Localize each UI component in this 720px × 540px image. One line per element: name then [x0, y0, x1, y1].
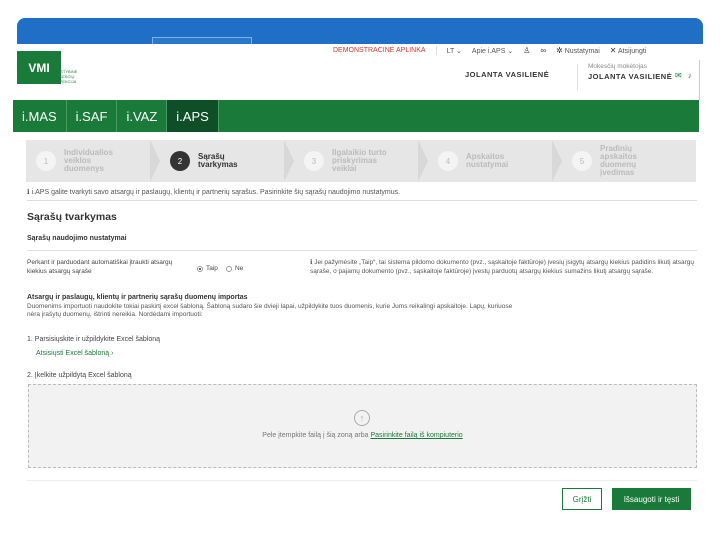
step-number: 3	[304, 151, 324, 171]
setting-hint: ℹ Jei pažymėsite „Taip“, tai sistema pil…	[310, 258, 697, 276]
radio-yes-label: Taip	[206, 265, 218, 272]
header-icons: ✉ ♪	[675, 71, 692, 80]
save-continue-button[interactable]: Išsaugoti ir tęsti	[612, 488, 691, 510]
tab-imas[interactable]: i.MAS	[13, 100, 67, 132]
top-links: DEMONSTRACINĖ APLINKA LT ⌄ Apie i.APS ⌄ …	[333, 46, 646, 55]
step-label: Sąrašų tvarkymas	[198, 152, 238, 169]
step-label: Apskaitos nustatymai	[466, 152, 509, 169]
settings-link[interactable]: ✲ Nustatymai	[556, 46, 600, 55]
demo-environment-label: DEMONSTRACINĖ APLINKA	[333, 47, 426, 54]
page-title: Sąrašų tvarkymas	[27, 211, 117, 223]
step-number: 5	[572, 151, 592, 171]
logout-label: Atsijungti	[618, 48, 647, 55]
info-icon: ℹ	[310, 259, 313, 266]
payer-label: Mokesčių mokėtojas	[588, 63, 647, 70]
step-number: 2	[170, 151, 190, 171]
step-number: 4	[438, 151, 458, 171]
back-button[interactable]: Grįžti	[562, 488, 602, 510]
step-number: 1	[36, 151, 56, 171]
divider	[27, 480, 697, 481]
import-title: Atsargų ir paslaugų, klientų ir partneri…	[27, 294, 248, 301]
step-label: Pradinių apskaitos duomenų įvedimas	[600, 144, 637, 177]
divider	[27, 250, 697, 251]
logout-link[interactable]: ✕ Atsijungti	[610, 46, 647, 55]
step-label: Ilgalaikio turto priskyrimas veiklai	[332, 148, 387, 173]
setting-radio-group: Taip Ne	[197, 265, 243, 272]
step-5[interactable]: 5 Pradinių apskaitos duomenų įvedimas	[562, 140, 696, 182]
settings-label: Nustatymai	[564, 48, 600, 55]
import-step-1: 1. Parsisiųskite ir užpildykite Excel ša…	[27, 336, 161, 343]
divider	[435, 46, 437, 55]
tab-iaps[interactable]: i.APS	[167, 100, 219, 132]
radio-no[interactable]: Ne	[225, 265, 244, 272]
page-header: VMI VALSTYBINĖ MOKESČIŲ INSPEKCIJA DEMON…	[17, 44, 703, 100]
info-icon: ℹ	[27, 189, 30, 196]
dropzone-text: Pele įtempkite failą į šią zoną arba Pas…	[29, 432, 696, 439]
upload-icon: ↑	[354, 410, 370, 426]
radio-dot	[225, 265, 232, 272]
chevron-right-icon	[552, 140, 562, 182]
payer-name[interactable]: JOLANTA VASILIENĖ	[588, 72, 672, 81]
language-selector[interactable]: LT ⌄	[447, 47, 462, 55]
step-4[interactable]: 4 Apskaitos nustatymai	[428, 140, 562, 182]
setting-question: Perkant ir parduodant automatiškai įtrau…	[27, 259, 173, 275]
window-top-bar	[17, 18, 703, 44]
wizard-stepper: 1 Individualios veiklos duomenys 2 Sąraš…	[26, 140, 696, 182]
bell-icon[interactable]: ♪	[688, 71, 692, 80]
step-3[interactable]: 3 Ilgalaikio turto priskyrimas veiklai	[294, 140, 428, 182]
chevron-right-icon	[284, 140, 294, 182]
info-text-label: i.APS galite tvarkyti savo atsargų ir pa…	[31, 189, 401, 196]
radio-dot	[197, 265, 203, 272]
step-2[interactable]: 2 Sąrašų tvarkymas	[160, 140, 294, 182]
step-1[interactable]: 1 Individualios veiklos duomenys	[26, 140, 160, 182]
radio-no-label: Ne	[234, 265, 244, 272]
tab-isaf[interactable]: i.SAF	[67, 100, 118, 132]
tab-ivaz[interactable]: i.VAZ	[117, 100, 168, 132]
download-template-link[interactable]: Atsisiųsti Excel šabloną ›	[36, 350, 113, 357]
mail-icon[interactable]: ✉	[675, 71, 682, 80]
link-icon[interactable]: ∞	[540, 46, 546, 55]
gear-icon: ✲	[556, 46, 563, 55]
close-icon: ✕	[609, 46, 617, 55]
main-nav: i.MAS i.SAF i.VAZ i.APS	[13, 100, 699, 132]
logo-subtext: VALSTYBINĖ MOKESČIŲ INSPEKCIJA	[53, 69, 78, 84]
import-description: Duomenims importuoti naudokite tokiai pa…	[27, 303, 513, 318]
tree-icon[interactable]: ♙	[523, 46, 530, 55]
dropzone-label: Pele įtempkite failą į šią zoną arba	[262, 432, 369, 439]
file-dropzone[interactable]: ↑ Pele įtempkite failą į šią zoną arba P…	[28, 384, 697, 468]
scroll-edge	[699, 60, 705, 100]
step-label: Individualios veiklos duomenys	[64, 148, 113, 173]
info-text: ℹ i.APS galite tvarkyti savo atsargų ir …	[27, 188, 400, 196]
chevron-right-icon	[150, 140, 160, 182]
radio-yes[interactable]: Taip	[197, 265, 218, 272]
choose-file-link[interactable]: Pasirinkite failą iš kompiuterio	[370, 432, 462, 439]
divider	[577, 64, 578, 90]
hint-label: Jei pažymėsite „Taip“, tai sistema pildo…	[310, 259, 694, 275]
about-menu[interactable]: Apie i.APS ⌄	[472, 47, 513, 55]
settings-subtitle: Sąrašų naudojimo nustatymai	[27, 235, 127, 242]
user-name: JOLANTA VASILIENĖ	[465, 70, 550, 79]
chevron-right-icon	[418, 140, 428, 182]
import-step-2: 2. Įkelkite užpildytą Excel šabloną	[27, 372, 132, 379]
divider	[27, 200, 697, 201]
